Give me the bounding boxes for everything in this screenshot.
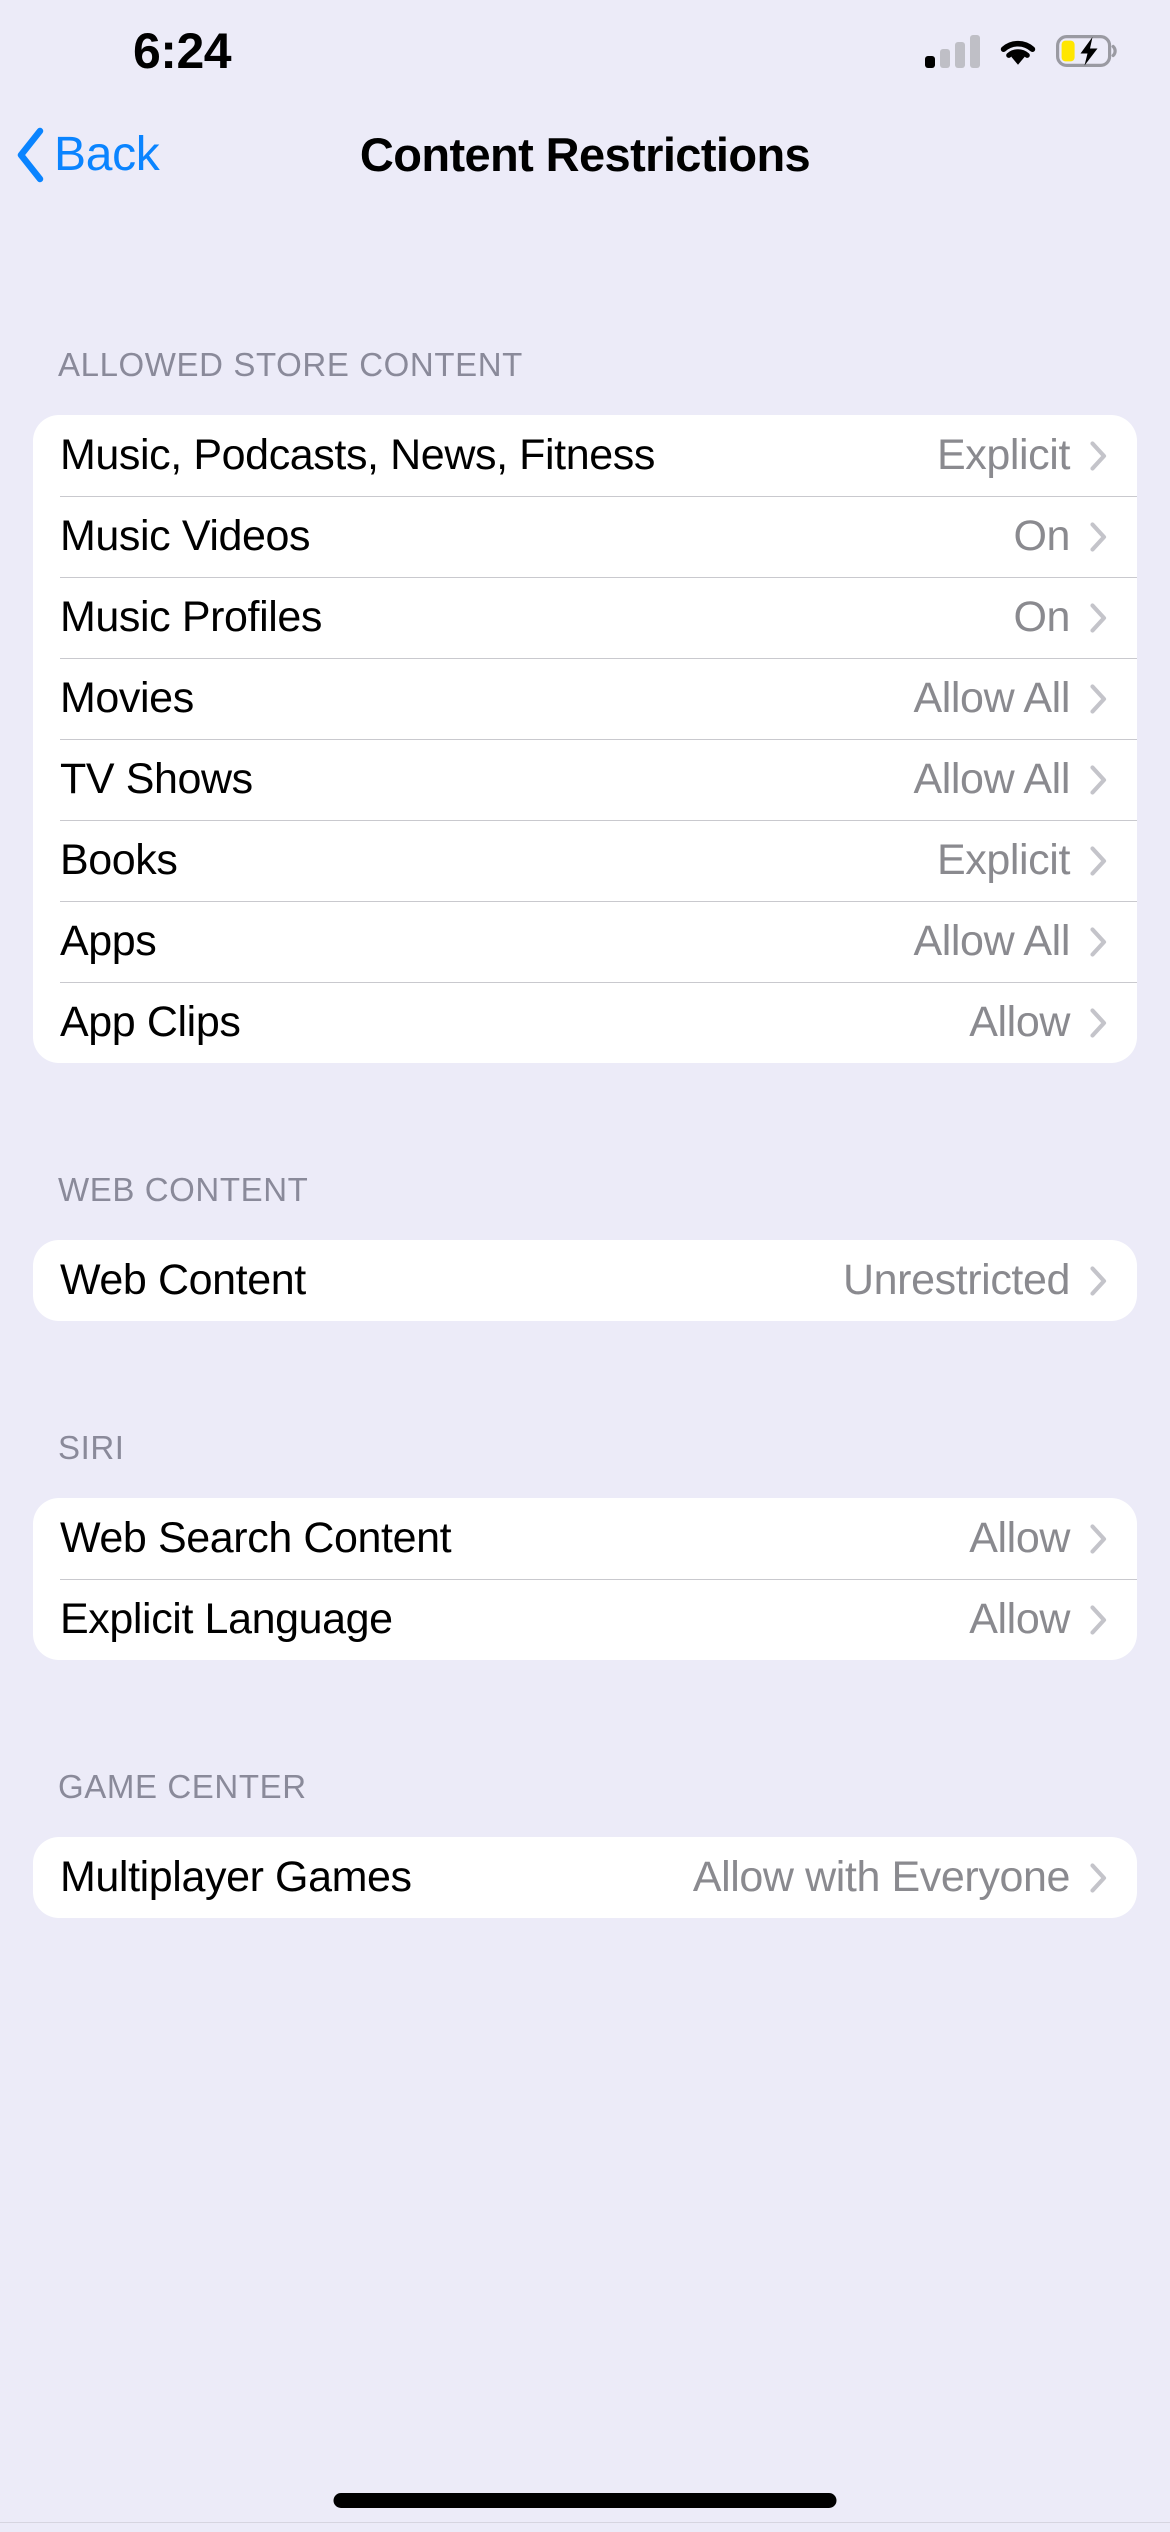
settings-row-value: Allow All [913, 917, 1070, 965]
settings-row[interactable]: Apps Allow All [33, 901, 1137, 982]
settings-row-label: Explicit Language [60, 1595, 393, 1643]
wifi-icon [996, 34, 1040, 68]
settings-card: Web Search Content Allow Explicit Language… [33, 1498, 1137, 1660]
settings-row-value: Explicit [936, 836, 1070, 884]
settings-row-label: App Clips [60, 998, 241, 1046]
settings-row-value: Allow [969, 1514, 1070, 1562]
header-spacer [0, 1468, 1170, 1498]
settings-row-label: Books [60, 836, 178, 884]
section-header: WEB CONTENT [58, 1171, 309, 1208]
settings-section: SIRI Web Search Content Allow Explicit Lang… [0, 1428, 1170, 1660]
header-spacer [0, 385, 1170, 415]
chevron-right-icon [1090, 1007, 1107, 1038]
settings-row-value: On [1013, 512, 1070, 560]
settings-row-label: Music Profiles [60, 593, 323, 641]
battery-charging-icon [1056, 35, 1118, 67]
settings-row-label: Apps [60, 917, 157, 965]
settings-row-value: Unrestricted [843, 1256, 1070, 1304]
settings-row[interactable]: Music Videos On [33, 496, 1137, 577]
status-bar-indicators [925, 28, 1118, 74]
header-spacer [0, 1807, 1170, 1837]
section-header: SIRI [58, 1429, 125, 1466]
chevron-right-icon [1090, 1604, 1107, 1635]
chevron-right-icon [1090, 1523, 1107, 1554]
navigation-bar: Back Content Restrictions [0, 100, 1170, 212]
chevron-right-icon [1090, 1265, 1107, 1296]
chevron-right-icon [1090, 683, 1107, 714]
header-spacer [0, 1210, 1170, 1240]
settings-card: Music, Podcasts, News, Fitness Explicit Mu… [33, 415, 1137, 1063]
page-title: Content Restrictions [359, 128, 811, 181]
settings-card: Web Content Unrestricted [33, 1240, 1137, 1321]
home-indicator [333, 2493, 837, 2508]
settings-row-label: Music Videos [60, 512, 311, 560]
settings-section: WEB CONTENT Web Content Unrestricted [0, 1170, 1170, 1321]
settings-card: Multiplayer Games Allow with Everyone [33, 1837, 1137, 1918]
settings-row[interactable]: Music, Podcasts, News, Fitness Explicit [33, 415, 1137, 496]
settings-row-label: Web Content [60, 1256, 306, 1304]
settings-row-label: Music, Podcasts, News, Fitness [60, 431, 655, 479]
settings-row-value: Allow All [913, 674, 1070, 722]
settings-row-value: Allow with Everyone [692, 1853, 1071, 1901]
settings-list: ALLOWED STORE CONTENT Music, Podcasts, Ne… [0, 212, 1170, 1918]
settings-row-label: Multiplayer Games [60, 1853, 412, 1901]
section-header: GAME CENTER [58, 1768, 307, 1805]
chevron-right-icon [1090, 845, 1107, 876]
settings-section: ALLOWED STORE CONTENT Music, Podcasts, Ne… [0, 345, 1170, 1063]
chevron-right-icon [1090, 764, 1107, 795]
chevron-right-icon [1090, 521, 1107, 552]
settings-row-label: TV Shows [60, 755, 253, 803]
status-bar: 6:24 [0, 0, 1170, 100]
settings-row[interactable]: Music Profiles On [33, 577, 1137, 658]
bottom-hairline [0, 2522, 1170, 2523]
settings-row-label: Web Search Content [60, 1514, 452, 1562]
chevron-right-icon [1090, 1862, 1107, 1893]
settings-row[interactable]: App Clips Allow [33, 982, 1137, 1063]
cellular-signal-icon [925, 34, 980, 68]
settings-row-value: On [1013, 593, 1070, 641]
section-header: ALLOWED STORE CONTENT [58, 346, 523, 383]
settings-row-value: Allow All [913, 755, 1070, 803]
chevron-right-icon [1090, 602, 1107, 633]
settings-row-value: Allow [969, 998, 1070, 1046]
settings-row[interactable]: Web Search Content Allow [33, 1498, 1137, 1579]
settings-row[interactable]: Movies Allow All [33, 658, 1137, 739]
settings-row[interactable]: Books Explicit [33, 820, 1137, 901]
settings-row-value: Explicit [936, 431, 1070, 479]
settings-row[interactable]: Web Content Unrestricted [33, 1240, 1137, 1321]
chevron-right-icon [1090, 440, 1107, 471]
settings-row[interactable]: TV Shows Allow All [33, 739, 1137, 820]
settings-section: GAME CENTER Multiplayer Games Allow with E… [0, 1767, 1170, 1918]
settings-row-label: Movies [60, 674, 194, 722]
settings-row[interactable]: Explicit Language Allow [33, 1579, 1137, 1660]
settings-row[interactable]: Multiplayer Games Allow with Everyone [33, 1837, 1137, 1918]
chevron-right-icon [1090, 926, 1107, 957]
settings-row-value: Allow [969, 1595, 1070, 1643]
